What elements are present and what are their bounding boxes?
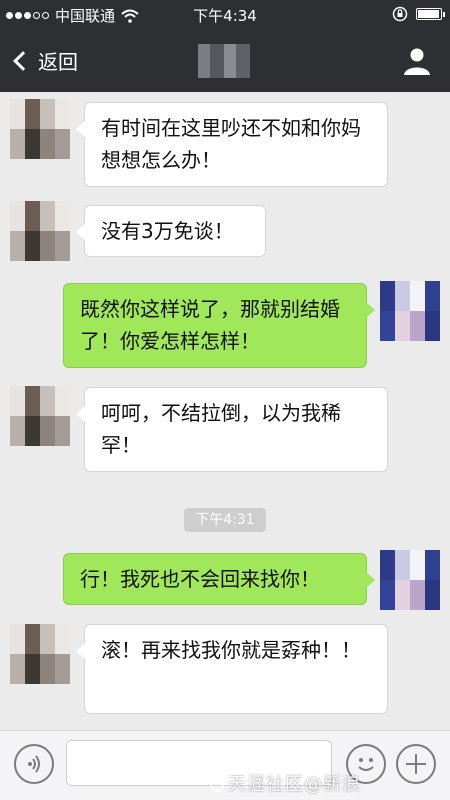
message-bubble[interactable]: 行！我死也不会回来找你！ (63, 553, 375, 605)
message-bubble[interactable]: 既然你这样说了，那就别结婚了！你爱怎样怎样！ (63, 283, 375, 368)
message-list[interactable]: 有时间在这里吵还不如和你妈想想怎么办！ 没有3万免谈！ 既然你这样说了，那就别结… (0, 92, 450, 730)
battery-icon (416, 8, 445, 20)
message-bubble[interactable]: 滚！再来找我你就是孬种！！ (76, 624, 388, 714)
plus-icon[interactable] (396, 744, 436, 784)
message-bubble[interactable]: 没有3万免谈！ (76, 205, 266, 257)
chat-title-pixelated (198, 44, 250, 78)
rotation-lock-icon (392, 6, 408, 22)
avatar[interactable] (380, 550, 440, 610)
message-bubble[interactable]: 有时间在这里吵还不如和你妈想想怎么办！ (76, 102, 388, 187)
back-button[interactable]: 返回 (10, 46, 78, 75)
avatar[interactable] (10, 201, 70, 261)
chevron-left-icon (13, 50, 33, 71)
message-bubble[interactable]: 呵呵，不结拉倒，以为我稀罕！ (76, 387, 388, 472)
watermark: 天涯社区@新浪 (210, 770, 361, 796)
status-right (392, 6, 445, 22)
voice-button[interactable] (14, 744, 54, 784)
person-icon[interactable] (402, 46, 432, 76)
watermark-text: 天涯社区@新浪 (228, 774, 361, 795)
time-stamp: 下午4:31 (184, 508, 266, 532)
back-label: 返回 (38, 50, 78, 74)
status-time: 下午4:34 (193, 7, 257, 25)
weibo-icon (210, 778, 224, 792)
avatar[interactable] (380, 281, 440, 341)
avatar[interactable] (10, 386, 70, 446)
nav-bar: 返回 (0, 28, 450, 92)
avatar[interactable] (10, 99, 70, 159)
status-bar: 中国联通 下午4:34 (0, 0, 450, 28)
voice-icon (28, 755, 40, 773)
avatar[interactable] (10, 624, 70, 684)
